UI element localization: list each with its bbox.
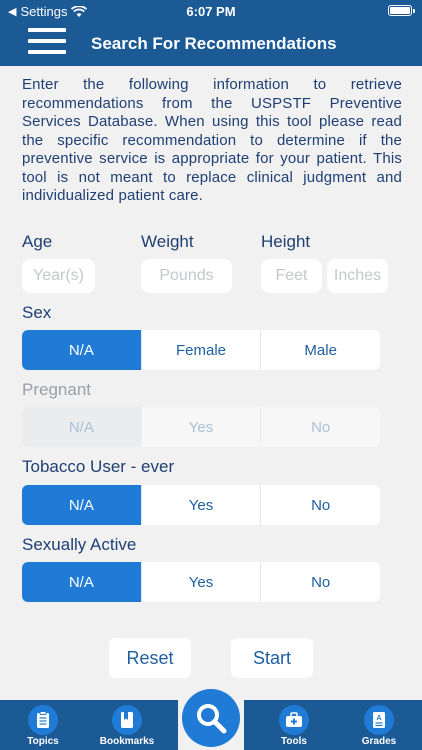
reset-button[interactable]: Reset [109, 638, 191, 678]
weight-input[interactable]: Pounds [141, 259, 232, 293]
age-label: Age [22, 232, 53, 251]
tobacco-option-yes[interactable]: Yes [140, 485, 261, 525]
weight-label: Weight [141, 232, 194, 251]
tobacco-label: Tobacco User - ever [22, 457, 175, 476]
hamburger-menu-icon[interactable] [28, 28, 66, 54]
start-button[interactable]: Start [231, 638, 313, 678]
svg-text:A: A [376, 715, 381, 722]
tobacco-selector: N/A Yes No [22, 485, 380, 525]
sex-option-female[interactable]: Female [140, 330, 261, 370]
grades-icon: A [364, 705, 394, 735]
tab-grades-label: Grades [361, 736, 397, 747]
sexually-active-option-no[interactable]: No [260, 562, 380, 602]
pregnant-option-no[interactable]: No [260, 407, 380, 447]
pregnant-selector: N/A Yes No [22, 407, 380, 447]
sex-option-na[interactable]: N/A [22, 330, 141, 370]
tools-icon [279, 705, 309, 735]
tab-tools-label: Tools [281, 736, 307, 747]
sex-option-male[interactable]: Male [260, 330, 380, 370]
age-input[interactable]: Year(s) [22, 259, 95, 293]
height-inches-input[interactable]: Inches [327, 259, 388, 293]
tab-topics-label: Topics [27, 736, 59, 747]
tab-search[interactable] [178, 687, 244, 750]
height-label: Height [261, 232, 311, 251]
bookmarks-icon [112, 705, 142, 735]
tab-topics[interactable]: Topics [8, 700, 78, 750]
status-time: 6:07 PM [186, 4, 236, 19]
topics-icon [28, 705, 58, 735]
search-icon [182, 689, 240, 747]
tab-bookmarks-label: Bookmarks [99, 736, 155, 747]
status-bar: ◀ Settings 6:07 PM [0, 0, 422, 22]
tab-tools[interactable]: Tools [259, 700, 329, 750]
app-header: ◀ Settings 6:07 PM Search For Recommenda… [0, 0, 422, 66]
tab-bookmarks[interactable]: Bookmarks [92, 700, 162, 750]
tab-grades[interactable]: A Grades [344, 700, 414, 750]
page-title: Search For Recommendations [91, 34, 337, 53]
pregnant-option-yes[interactable]: Yes [140, 407, 261, 447]
battery-icon [388, 5, 415, 16]
pregnant-label: Pregnant [22, 380, 91, 399]
sexually-active-option-na[interactable]: N/A [22, 562, 141, 602]
tobacco-option-no[interactable]: No [260, 485, 380, 525]
sexually-active-option-yes[interactable]: Yes [140, 562, 261, 602]
tobacco-option-na[interactable]: N/A [22, 485, 141, 525]
height-feet-input[interactable]: Feet [261, 259, 322, 293]
pregnant-option-na[interactable]: N/A [22, 407, 141, 447]
sexually-active-selector: N/A Yes No [22, 562, 380, 602]
sex-selector: N/A Female Male [22, 330, 380, 370]
intro-text: Enter the following information to retri… [22, 76, 402, 204]
sex-label: Sex [22, 303, 52, 322]
sexually-active-label: Sexually Active [22, 535, 137, 554]
